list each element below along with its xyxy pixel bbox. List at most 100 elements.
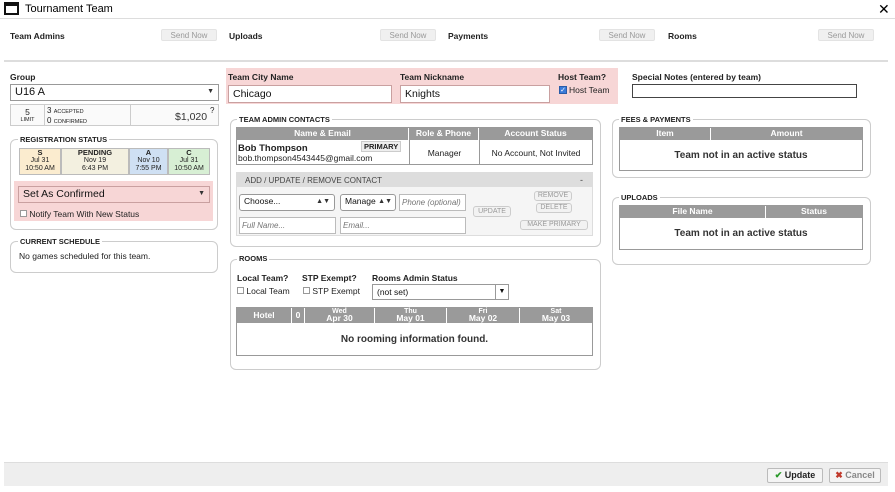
contacts-header-name: Name & Email bbox=[237, 128, 409, 140]
rooms-header-count: 0 bbox=[292, 308, 305, 323]
update-contact-button[interactable]: UPDATE bbox=[473, 206, 511, 217]
status-history-item: S Jul 31 10:50 AM bbox=[19, 148, 61, 175]
send-now-payments-button[interactable]: Send Now bbox=[599, 29, 655, 41]
contacts-table: Name & Email Role & Phone Account Status… bbox=[236, 127, 593, 165]
rooms-table: Hotel 0 Wed Apr 30 Thu May 01 Fri May 02 Sa… bbox=[236, 307, 593, 356]
confirmed-count: 0 CONFIRMED bbox=[47, 116, 87, 125]
uploads-empty-message: Team not in an active status bbox=[674, 228, 808, 239]
notify-row: Notify Team With New Status bbox=[20, 209, 139, 219]
footer-bar: ✔ Update ✖ Cancel bbox=[4, 462, 888, 486]
rooms-empty-message: No rooming information found. bbox=[340, 334, 489, 345]
host-checkbox[interactable]: ✓ bbox=[559, 86, 567, 94]
fees-empty-message: Team not in an active status bbox=[674, 150, 808, 161]
fees-legend: FEES & PAYMENTS bbox=[619, 115, 693, 124]
send-now-team-admins-button[interactable]: Send Now bbox=[161, 29, 217, 41]
local-team-row: Local Team bbox=[237, 286, 290, 296]
chevron-up-down-icon: ▲▼ bbox=[378, 198, 392, 205]
contacts-header-status: Account Status bbox=[479, 128, 592, 140]
delete-contact-button[interactable]: DELETE bbox=[536, 203, 572, 213]
fees-header-item: Item bbox=[620, 128, 711, 140]
uploads-legend: UPLOADS bbox=[619, 193, 660, 202]
notify-checkbox[interactable] bbox=[20, 210, 27, 217]
cancel-button[interactable]: ✖ Cancel bbox=[829, 468, 881, 483]
rooms-header-day: Fri May 02 bbox=[447, 308, 520, 323]
nickname-label: Team Nickname bbox=[400, 72, 465, 82]
send-now-rooms-button[interactable]: Send Now bbox=[818, 29, 874, 41]
send-now-uploads-button[interactable]: Send Now bbox=[380, 29, 436, 41]
primary-badge: PRIMARY bbox=[361, 141, 402, 152]
accepted-count: 3 ACCEPTED bbox=[47, 106, 84, 115]
close-icon[interactable]: ✕ bbox=[878, 1, 890, 18]
team-admin-contacts-legend: TEAM ADMIN CONTACTS bbox=[237, 115, 332, 124]
notes-label: Special Notes (entered by team) bbox=[632, 72, 761, 82]
update-button[interactable]: ✔ Update bbox=[767, 468, 823, 483]
add-contact-panel: ADD / UPDATE / REMOVE CONTACT - Choose..… bbox=[236, 172, 593, 236]
notify-label: Notify Team With New Status bbox=[29, 209, 140, 219]
group-select[interactable]: U16 A ▼ bbox=[10, 84, 219, 101]
contact-role: Manager bbox=[427, 148, 462, 158]
tab-uploads[interactable]: Uploads bbox=[229, 31, 263, 41]
city-input[interactable]: Chicago bbox=[228, 85, 392, 103]
host-label: Host Team? bbox=[558, 72, 607, 82]
status-history-item: PENDING Nov 19 6:43 PM bbox=[61, 148, 129, 175]
add-contact-title: ADD / UPDATE / REMOVE CONTACT bbox=[245, 176, 383, 185]
rooms-header-day: Wed Apr 30 bbox=[305, 308, 375, 323]
rooms-header-day: Thu May 01 bbox=[375, 308, 447, 323]
status-select-value: Set As Confirmed bbox=[23, 188, 105, 200]
group-stats: 5 LIMIT 3 ACCEPTED 0 CONFIRMED $1,020 ? bbox=[10, 104, 219, 126]
notification-row: Team Admins Send Now Uploads Send Now Pa… bbox=[4, 24, 888, 62]
rooms-admin-label: Rooms Admin Status bbox=[372, 273, 458, 283]
rooms-header-hotel: Hotel bbox=[237, 308, 292, 323]
contact-account-status: No Account, Not Invited bbox=[491, 148, 581, 158]
table-row[interactable]: Bob Thompson PRIMARY bob.thompson4543445… bbox=[237, 140, 592, 164]
local-team-checkbox-label: Local Team bbox=[246, 286, 290, 296]
uploads-header-status: Status bbox=[766, 206, 862, 218]
help-icon[interactable]: ? bbox=[210, 106, 214, 115]
contact-choose-select[interactable]: Choose... ▲▼ bbox=[239, 194, 335, 211]
phone-input[interactable] bbox=[399, 194, 466, 211]
check-icon: ✔ bbox=[774, 470, 783, 480]
notes-input[interactable] bbox=[632, 84, 857, 98]
limit-value: 5 bbox=[25, 107, 30, 117]
status-history-item: A Nov 10 7:55 PM bbox=[129, 148, 168, 175]
limit-label: LIMIT bbox=[20, 117, 35, 123]
chevron-up-down-icon: ▲▼ bbox=[316, 198, 330, 205]
chevron-down-icon: ▼ bbox=[207, 88, 214, 95]
stp-checkbox[interactable] bbox=[303, 287, 310, 294]
chevron-down-icon: ▼ bbox=[198, 190, 205, 197]
tab-team-admins[interactable]: Team Admins bbox=[10, 31, 65, 41]
email-input[interactable] bbox=[340, 217, 466, 234]
stp-row: STP Exempt bbox=[303, 286, 360, 296]
status-history: S Jul 31 10:50 AM PENDING Nov 19 6:43 PM… bbox=[19, 148, 210, 175]
stp-label: STP Exempt? bbox=[302, 273, 357, 283]
contact-role-select[interactable]: Manage ▲▼ bbox=[340, 194, 396, 211]
full-name-input[interactable] bbox=[239, 217, 336, 234]
status-history-item: C Jul 31 10:50 AM bbox=[168, 148, 210, 175]
collapse-icon[interactable]: - bbox=[580, 175, 583, 185]
window-icon bbox=[4, 2, 19, 15]
fees-header-amount: Amount bbox=[711, 128, 862, 140]
group-select-value: U16 A bbox=[15, 86, 45, 98]
tab-payments[interactable]: Payments bbox=[448, 31, 488, 41]
status-select[interactable]: Set As Confirmed ▼ bbox=[18, 186, 210, 203]
city-label: Team City Name bbox=[228, 72, 294, 82]
contacts-header-role: Role & Phone bbox=[409, 128, 479, 140]
window-title: Tournament Team bbox=[25, 3, 113, 15]
tab-rooms[interactable]: Rooms bbox=[668, 31, 697, 41]
host-checkbox-label: Host Team bbox=[569, 85, 610, 95]
uploads-table: File Name Status Team not in an active s… bbox=[619, 205, 863, 250]
uploads-header-file: File Name bbox=[620, 206, 766, 218]
rooms-legend: ROOMS bbox=[237, 254, 270, 263]
local-team-checkbox[interactable] bbox=[237, 287, 244, 294]
stp-checkbox-label: STP Exempt bbox=[312, 286, 360, 296]
nickname-input[interactable]: Knights bbox=[400, 85, 550, 103]
chevron-down-icon: ▼ bbox=[495, 285, 508, 299]
fees-table: Item Amount Team not in an active status bbox=[619, 127, 863, 171]
contact-email: bob.thompson4543445@gmail.com bbox=[238, 153, 373, 163]
x-icon: ✖ bbox=[835, 470, 843, 480]
make-primary-button[interactable]: MAKE PRIMARY bbox=[520, 220, 588, 230]
remove-contact-button[interactable]: REMOVE bbox=[534, 191, 572, 201]
local-team-label: Local Team? bbox=[237, 273, 289, 283]
rooms-admin-select[interactable]: (not set) ▼ bbox=[372, 284, 509, 300]
rooms-header-day: Sat May 03 bbox=[520, 308, 592, 323]
